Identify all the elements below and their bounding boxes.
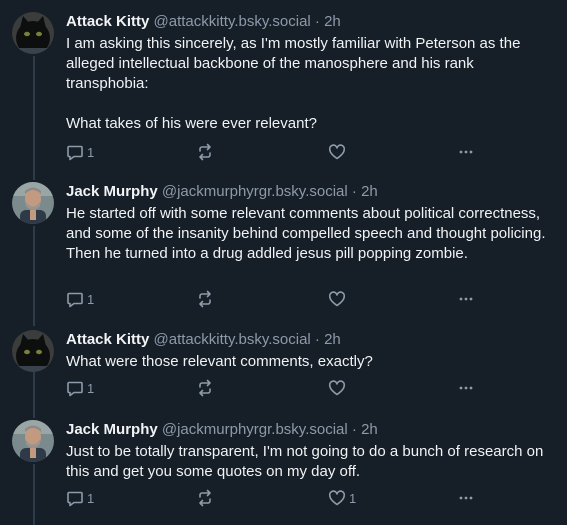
- repost-arrows-icon: [196, 143, 214, 161]
- more-dots-icon: [457, 143, 475, 161]
- author-name[interactable]: Attack Kitty: [66, 13, 149, 30]
- reply-count: 1: [87, 291, 95, 307]
- repost-arrows-icon: [196, 489, 214, 507]
- post[interactable]: Attack Kitty @attackkitty.bsky.social · …: [0, 0, 567, 172]
- separator: ·: [351, 183, 357, 200]
- more-dots-icon: [457, 489, 475, 507]
- reply-button[interactable]: 1: [66, 378, 94, 398]
- repost-arrows-icon: [196, 379, 214, 397]
- more-options-button[interactable]: [457, 289, 475, 309]
- like-count: 1: [349, 490, 357, 506]
- post-actions: 1 1: [66, 488, 486, 508]
- author-handle[interactable]: @jackmurphyrgr.bsky.social: [162, 183, 348, 200]
- avatar[interactable]: [12, 12, 54, 54]
- like-button[interactable]: [328, 289, 349, 309]
- author-handle[interactable]: @attackkitty.bsky.social: [154, 13, 311, 30]
- repost-button[interactable]: [196, 142, 214, 162]
- timestamp[interactable]: 2h: [324, 331, 341, 348]
- author-name[interactable]: Attack Kitty: [66, 331, 149, 348]
- black-cat-avatar-icon: [12, 330, 54, 372]
- reply-button[interactable]: 1: [66, 289, 94, 309]
- reply-button[interactable]: 1: [66, 488, 94, 508]
- author-handle[interactable]: @jackmurphyrgr.bsky.social: [162, 421, 348, 438]
- more-options-button[interactable]: [457, 142, 475, 162]
- post-text: He started off with some relevant commen…: [66, 205, 550, 262]
- post-header: Attack Kitty @attackkitty.bsky.social · …: [66, 330, 559, 350]
- post[interactable]: Jack Murphy @jackmurphyrgr.bsky.social ·…: [0, 172, 567, 318]
- repost-button[interactable]: [196, 488, 214, 508]
- post-header: Attack Kitty @attackkitty.bsky.social · …: [66, 12, 559, 32]
- reply-count: 1: [87, 490, 95, 506]
- timestamp[interactable]: 2h: [361, 421, 378, 438]
- post-header: Jack Murphy @jackmurphyrgr.bsky.social ·…: [66, 420, 559, 440]
- post-header: Jack Murphy @jackmurphyrgr.bsky.social ·…: [66, 182, 559, 202]
- separator: ·: [314, 331, 320, 348]
- black-cat-avatar-icon: [12, 12, 54, 54]
- repost-button[interactable]: [196, 289, 214, 309]
- post-actions: 1: [66, 378, 486, 398]
- more-options-button[interactable]: [457, 488, 475, 508]
- heart-icon: [328, 290, 346, 308]
- post-text: Just to be totally transparent, I'm not …: [66, 443, 548, 480]
- man-portrait-avatar-icon: [12, 420, 54, 462]
- reply-bubble-icon: [66, 143, 84, 161]
- post-actions: 1: [66, 142, 486, 162]
- reply-bubble-icon: [66, 290, 84, 308]
- separator: ·: [351, 421, 357, 438]
- more-dots-icon: [457, 379, 475, 397]
- repost-button[interactable]: [196, 378, 214, 398]
- more-options-button[interactable]: [457, 378, 475, 398]
- separator: ·: [314, 13, 320, 30]
- avatar[interactable]: [12, 330, 54, 372]
- man-portrait-avatar-icon: [12, 182, 54, 224]
- timestamp[interactable]: 2h: [361, 183, 378, 200]
- avatar[interactable]: [12, 182, 54, 224]
- post-text: I am asking this sincerely, as I'm mostl…: [66, 35, 521, 132]
- more-dots-icon: [457, 290, 475, 308]
- author-name[interactable]: Jack Murphy: [66, 421, 158, 438]
- post-text: What were those relevant comments, exact…: [66, 353, 373, 370]
- avatar[interactable]: [12, 420, 54, 462]
- author-name[interactable]: Jack Murphy: [66, 183, 158, 200]
- reply-button[interactable]: 1: [66, 142, 94, 162]
- like-button[interactable]: 1: [328, 488, 356, 508]
- reply-count: 1: [87, 144, 95, 160]
- like-button[interactable]: [328, 142, 349, 162]
- repost-arrows-icon: [196, 290, 214, 308]
- reply-bubble-icon: [66, 379, 84, 397]
- heart-icon: [328, 489, 346, 507]
- post-actions: 1: [66, 289, 486, 309]
- post[interactable]: Jack Murphy @jackmurphyrgr.bsky.social ·…: [0, 410, 567, 525]
- author-handle[interactable]: @attackkitty.bsky.social: [154, 331, 311, 348]
- like-button[interactable]: [328, 378, 349, 398]
- heart-icon: [328, 379, 346, 397]
- timestamp[interactable]: 2h: [324, 13, 341, 30]
- post[interactable]: Attack Kitty @attackkitty.bsky.social · …: [0, 318, 567, 410]
- reply-count: 1: [87, 380, 95, 396]
- heart-icon: [328, 143, 346, 161]
- reply-bubble-icon: [66, 489, 84, 507]
